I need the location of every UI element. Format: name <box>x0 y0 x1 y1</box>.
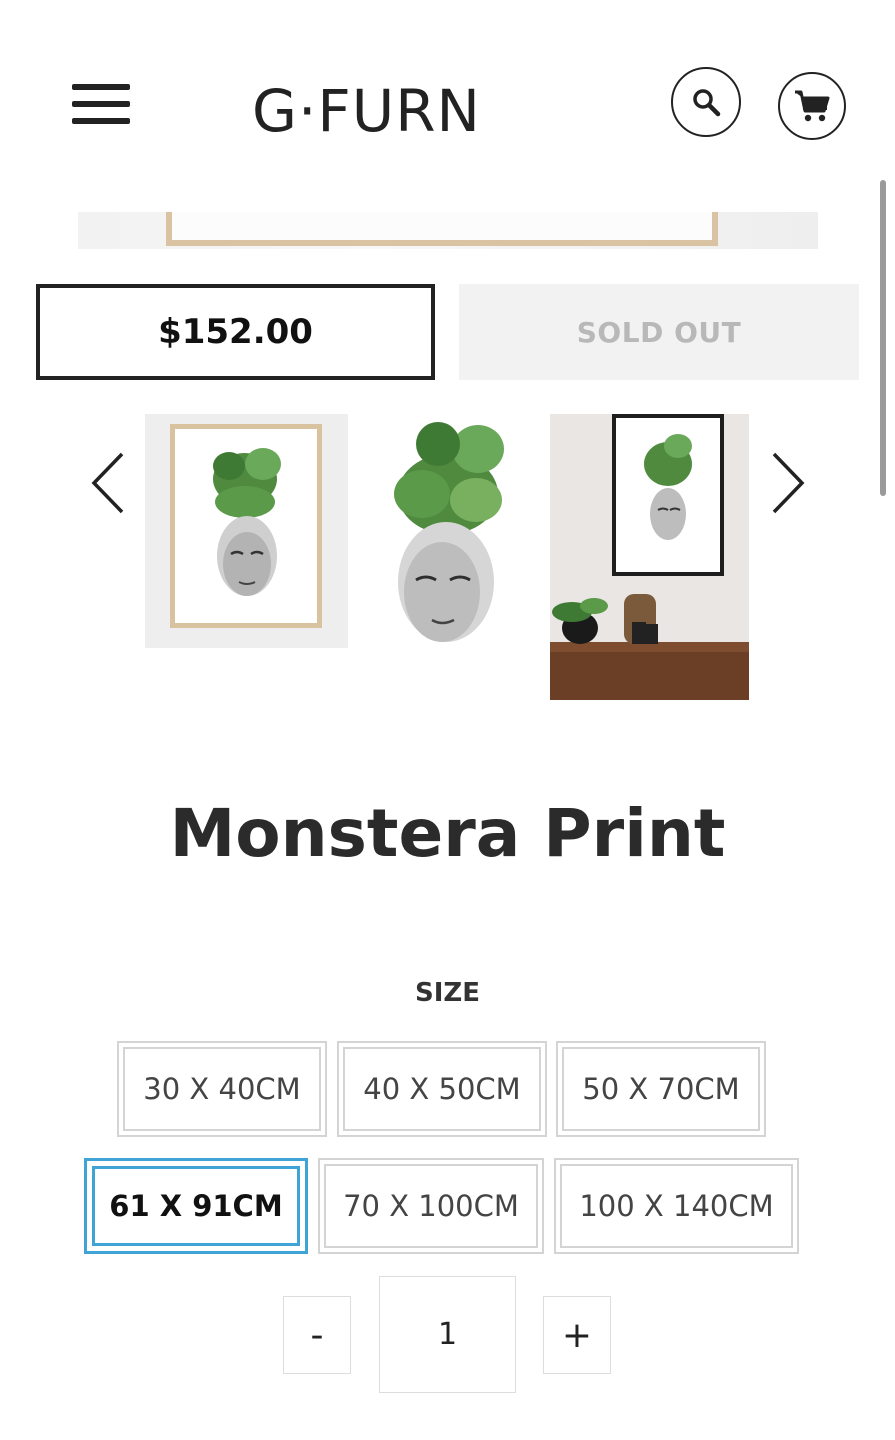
quantity-decrement-button[interactable]: - <box>283 1296 351 1374</box>
product-title: Monstera Print <box>169 795 726 872</box>
scrollbar[interactable] <box>880 180 886 496</box>
chevron-left-icon <box>91 452 124 514</box>
size-option-61x91-selected[interactable]: 61 X 91CM <box>84 1158 308 1254</box>
price-display: $152.00 <box>36 284 435 380</box>
thumbnail-room-scene[interactable] <box>550 414 749 700</box>
cart-button[interactable] <box>778 72 846 140</box>
search-button[interactable] <box>671 67 741 137</box>
size-option-50x70[interactable]: 50 X 70CM <box>556 1041 766 1137</box>
site-logo[interactable]: G·FURN <box>252 78 481 144</box>
size-option-30x40[interactable]: 30 X 40CM <box>117 1041 327 1137</box>
size-option-70x100[interactable]: 70 X 100CM <box>318 1158 544 1254</box>
thumbnail-framed-print[interactable] <box>145 414 348 648</box>
quantity-increment-button[interactable]: + <box>543 1296 611 1374</box>
room-scene-image <box>550 414 749 700</box>
cart-icon <box>795 90 830 122</box>
size-label: SIZE <box>414 978 480 1008</box>
carousel-prev-button[interactable] <box>88 448 128 518</box>
thumbnail-artwork[interactable] <box>380 414 516 648</box>
framed-print-image <box>145 414 348 648</box>
main-product-image <box>78 212 818 249</box>
quantity-input[interactable]: 1 <box>379 1276 516 1393</box>
size-option-40x50[interactable]: 40 X 50CM <box>337 1041 547 1137</box>
size-option-100x140[interactable]: 100 X 140CM <box>554 1158 799 1254</box>
chevron-right-icon <box>772 452 805 514</box>
artwork-image <box>380 414 516 648</box>
carousel-next-button[interactable] <box>768 448 808 518</box>
hamburger-menu-icon[interactable] <box>72 84 130 124</box>
search-icon <box>693 89 721 117</box>
sold-out-button[interactable]: SOLD OUT <box>459 284 859 380</box>
